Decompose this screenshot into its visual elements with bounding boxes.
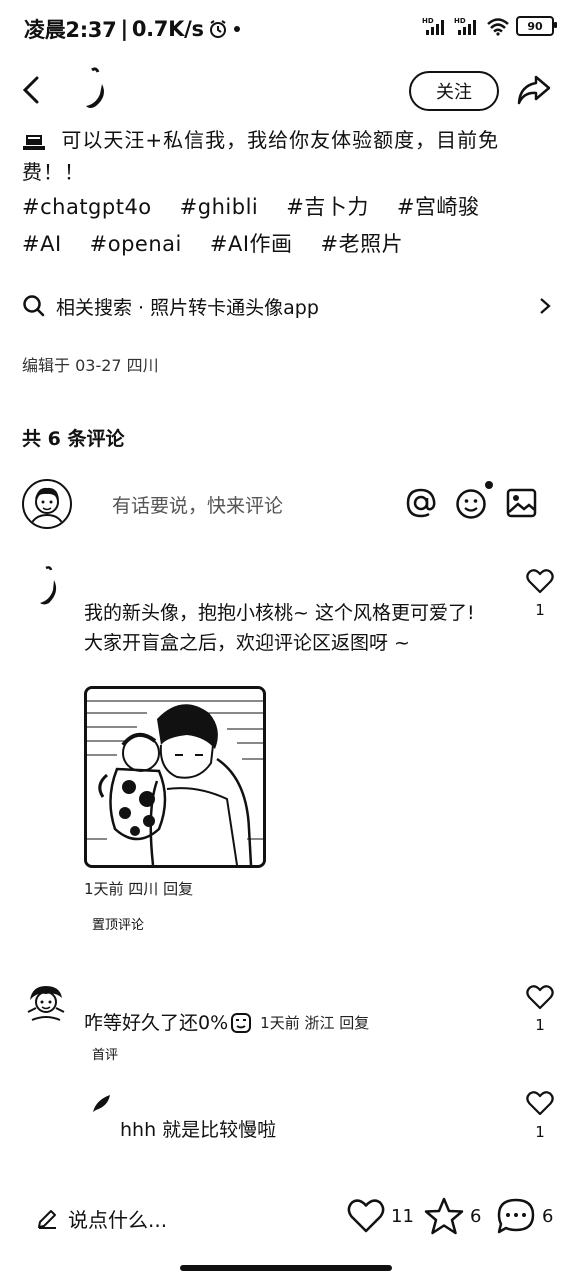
hashtag-ai[interactable]: #AI	[22, 232, 62, 256]
hashtag-old-photo[interactable]: #老照片	[321, 232, 404, 256]
mention-button[interactable]	[405, 487, 437, 519]
battery-indicator: 90	[516, 16, 557, 36]
comment-1-avatar-icon	[40, 566, 57, 605]
status-bar: 凌晨2:37 | 0.7K/s HD HD 90	[0, 0, 576, 56]
comment-bubble-icon	[497, 1198, 535, 1234]
comment-2-first-tag: 首评	[92, 1048, 119, 1063]
edit-info: 编辑于 03-27 四川	[22, 356, 159, 375]
hashtag-jibuli[interactable]: #吉卜力	[286, 195, 369, 219]
comment-input[interactable]: 有话要说，快来评论	[112, 491, 283, 518]
heart-icon	[347, 1199, 385, 1233]
comment-1-like-count: 1	[535, 601, 545, 619]
bottom-input-placeholder: 说点什么...	[68, 1208, 168, 1232]
status-divider: |	[120, 17, 128, 41]
comment-1-line-1: 我的新头像，抱抱小核桃~ 这个风格更可爱了!	[84, 602, 475, 624]
self-avatar-icon	[29, 487, 65, 527]
back-arrow-icon	[22, 76, 39, 104]
comment-2-text-row: 咋等好久了还0% 1天前 浙江 回复	[84, 1008, 369, 1038]
reply-avatar[interactable]	[90, 1092, 114, 1116]
comment-1-line-2: 大家开盲盒之后，欢迎评论区返图呀 ~	[84, 632, 410, 654]
wifi-icon	[486, 16, 510, 36]
network-speed: 0.7K/s	[131, 17, 204, 41]
battery-level: 90	[527, 19, 543, 33]
status-right: HD HD 90	[422, 16, 557, 36]
related-search-label: 相关搜索 · 照片转卡通头像app	[56, 296, 319, 319]
pencil-icon	[38, 1209, 56, 1229]
self-avatar	[22, 479, 72, 529]
post-description-text: 可以天汪+私信我，我给你友体验额度，目前免费！！	[22, 128, 500, 184]
follow-label: 关注	[436, 82, 472, 103]
reply-like-count: 1	[535, 1123, 545, 1141]
comment-2-text: 咋等好久了还0%	[84, 1012, 229, 1034]
laptop-icon	[22, 133, 46, 151]
comment-1-like-button[interactable]	[526, 568, 554, 594]
comment-1-image[interactable]	[84, 686, 266, 868]
status-left: 凌晨2:37 | 0.7K/s	[24, 14, 242, 44]
comment-2-avatar[interactable]	[22, 980, 70, 1028]
bottom-comment-count: 6	[542, 1205, 554, 1227]
comment-2-avatar-icon	[27, 986, 65, 1021]
follow-button[interactable]: 关注	[409, 71, 499, 111]
heart-icon	[526, 569, 554, 594]
home-indicator[interactable]	[180, 1265, 392, 1271]
related-search[interactable]: 相关搜索 · 照片转卡通头像app	[22, 282, 552, 330]
comment-2-like-button[interactable]	[526, 984, 554, 1010]
reply-text: hhh 就是比较慢啦	[120, 1119, 277, 1141]
bottom-comment-button[interactable]: 6	[496, 1197, 553, 1235]
image-icon	[506, 488, 537, 518]
reply-avatar-icon	[93, 1095, 110, 1112]
bottom-star-count: 6	[470, 1205, 482, 1227]
reply-like-button[interactable]	[526, 1090, 554, 1116]
emoji-sticker-icon	[230, 1012, 252, 1034]
star-icon	[424, 1197, 464, 1235]
svg-text:HD: HD	[454, 17, 466, 25]
hashtag-miyazaki[interactable]: #宫崎骏	[397, 195, 480, 219]
comment-1-photo-illustration	[87, 689, 263, 865]
signal-2-icon: HD	[454, 16, 480, 36]
comment-1-text: 我的新头像，抱抱小核桃~ 这个风格更可爱了! 大家开盲盒之后，欢迎评论区返图呀 …	[84, 598, 484, 658]
comment-2-like-count: 1	[535, 1016, 545, 1034]
bottom-like-count: 11	[391, 1205, 414, 1227]
bottom-comment-input[interactable]: 说点什么...	[36, 1204, 167, 1233]
bottom-bar: 说点什么... 11 6 6	[0, 1190, 576, 1246]
search-icon	[22, 294, 46, 318]
at-icon	[406, 488, 436, 518]
heart-icon	[526, 1091, 554, 1116]
comment-1-pinned-tag: 置顶评论	[92, 918, 145, 933]
author-avatar[interactable]	[78, 66, 118, 114]
share-button[interactable]	[516, 74, 552, 106]
hashtag-ai-art[interactable]: #AI作画	[210, 232, 293, 256]
bottom-collect-button[interactable]: 6	[424, 1197, 481, 1235]
hashtag-openai[interactable]: #openai	[90, 232, 182, 256]
share-icon	[517, 75, 551, 105]
chevron-right-icon	[538, 297, 552, 315]
comment-1-avatar[interactable]	[36, 565, 68, 611]
post-description: 可以天汪+私信我，我给你友体验额度，目前免费！！	[22, 124, 542, 188]
bottom-like-button[interactable]: 11	[347, 1198, 414, 1234]
svg-text:HD: HD	[422, 17, 434, 25]
back-button[interactable]	[20, 76, 42, 104]
signal-1-icon: HD	[422, 16, 448, 36]
hashtag-ghibli[interactable]: #ghibli	[180, 195, 259, 219]
comment-count: 共 6 条评论	[22, 428, 125, 450]
notification-dot-icon	[232, 24, 242, 34]
image-button[interactable]	[506, 487, 538, 519]
emoji-icon	[456, 481, 493, 519]
emoji-button[interactable]	[455, 480, 493, 520]
status-time: 凌晨2:37	[24, 18, 117, 42]
comment-2-meta: 1天前 浙江 回复	[260, 1014, 370, 1032]
hashtag-list: #chatgpt4o #ghibli #吉卜力 #宫崎骏 #AI #openai #AI作画…	[22, 189, 562, 263]
alarm-icon	[208, 19, 228, 39]
author-avatar-icon	[86, 67, 104, 108]
hashtag-chatgpt4o[interactable]: #chatgpt4o	[22, 195, 152, 219]
heart-icon	[526, 985, 554, 1010]
comment-1-meta: 1天前 四川 回复	[84, 880, 194, 898]
